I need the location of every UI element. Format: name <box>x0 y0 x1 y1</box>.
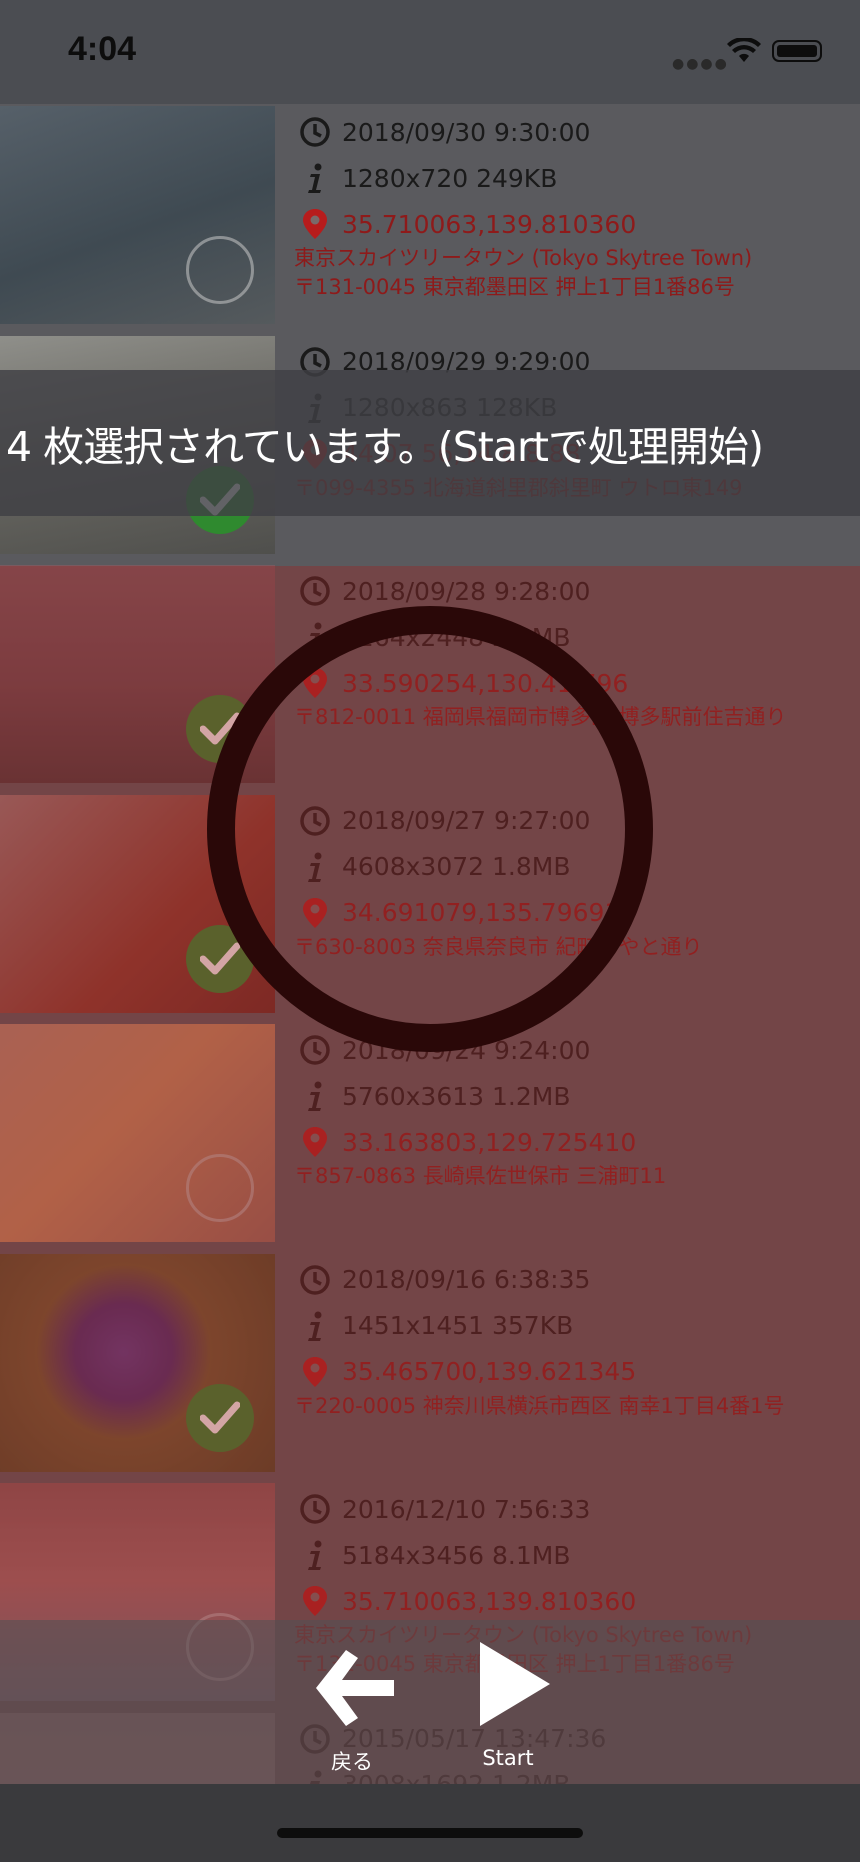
list-item[interactable]: 2018/09/30 9:30:00 1280x720 249KB 35.71006… <box>0 104 860 326</box>
photo-info: 1280x720 249KB <box>342 163 558 193</box>
signal-icon: ●●●● <box>672 56 729 72</box>
home-indicator[interactable] <box>277 1828 583 1838</box>
info-icon <box>298 161 332 195</box>
bottom-toolbar: 戻る Start <box>0 1620 860 1784</box>
battery-icon <box>772 40 822 62</box>
photo-datetime-line: 2018/09/30 9:30:00 <box>298 112 590 152</box>
back-label: 戻る <box>331 1750 373 1774</box>
photo-coords: 35.710063,139.810360 <box>342 209 637 239</box>
home-indicator-area <box>0 1784 860 1862</box>
status-bar: 4:04 ●●●● <box>0 0 860 104</box>
start-label: Start <box>482 1746 534 1770</box>
arrow-left-icon <box>316 1650 394 1726</box>
selection-banner-text: 4 枚選択されています。(Startで処理開始) <box>6 423 764 471</box>
photo-datetime: 2018/09/30 9:30:00 <box>342 117 591 147</box>
back-button[interactable]: 戻る <box>292 1632 412 1774</box>
photo-info-line: 1280x720 249KB <box>298 158 557 198</box>
loading-ring-icon <box>207 606 653 1052</box>
photo-coords-line: 35.710063,139.810360 <box>298 204 636 244</box>
selection-banner: 4 枚選択されています。(Startで処理開始) <box>0 370 860 516</box>
status-time: 4:04 <box>68 30 137 68</box>
photo-address: 東京スカイツリータウン (Tokyo Skytree Town) 〒131-00… <box>294 246 753 299</box>
photo-thumbnail[interactable] <box>0 106 275 324</box>
unselected-circle-icon[interactable] <box>186 236 254 304</box>
wifi-icon <box>727 38 761 62</box>
start-button[interactable]: Start <box>448 1632 568 1772</box>
location-pin-icon <box>298 207 332 241</box>
clock-icon <box>298 115 332 149</box>
play-icon <box>480 1642 550 1726</box>
